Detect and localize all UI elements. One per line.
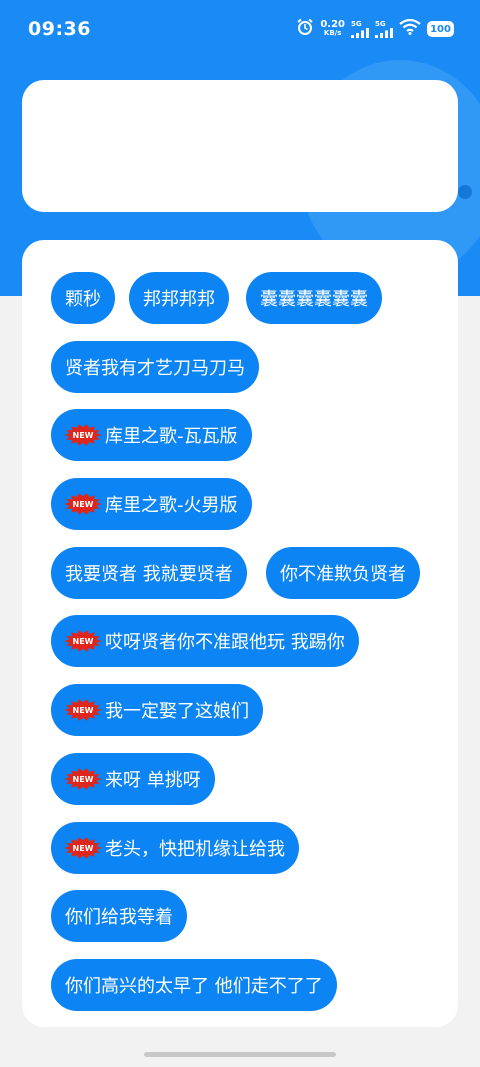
signal-2: 5G — [375, 20, 393, 38]
signal-1: 5G — [351, 20, 369, 38]
signal-1-label: 5G — [351, 20, 362, 28]
top-card — [22, 80, 458, 212]
status-icons: 0.20 KB/s 5G 5G 100 — [296, 18, 454, 40]
sound-button[interactable]: NEW 哎呀贤者你不准跟他玩 我踢你 — [51, 615, 359, 667]
sound-button-label: 颗秒 — [65, 289, 101, 310]
new-badge-text: NEW — [72, 636, 94, 646]
decorative-dot — [458, 185, 472, 199]
new-badge-icon: NEW — [63, 767, 103, 791]
sound-button[interactable]: 颗秒 — [51, 272, 115, 324]
sound-button-label: 我要贤者 我就要贤者 — [65, 564, 233, 585]
battery-icon: 100 — [427, 21, 454, 37]
new-badge-icon: NEW — [63, 698, 103, 722]
sound-button[interactable]: 贤者我有才艺刀马刀马 — [51, 341, 259, 393]
sound-button-label: 贤者我有才艺刀马刀马 — [65, 358, 245, 379]
sound-button-label: 哎呀贤者你不准跟他玩 我踢你 — [105, 632, 345, 653]
sound-button[interactable]: 你们高兴的太早了 他们走不了了 — [51, 959, 337, 1011]
sound-button-label: 你不准欺负贤者 — [280, 564, 406, 585]
sound-button[interactable]: 邦邦邦邦 — [129, 272, 229, 324]
new-badge-text: NEW — [72, 430, 94, 440]
new-badge-icon: NEW — [63, 836, 103, 860]
sound-button[interactable]: 你不准欺负贤者 — [266, 547, 420, 599]
sound-button-label: 库里之歌-瓦瓦版 — [105, 426, 238, 447]
sound-button[interactable]: NEW 老头，快把机缘让给我 — [51, 822, 299, 874]
network-speed: 0.20 KB/s — [320, 20, 345, 38]
sound-button-label: 老头，快把机缘让给我 — [105, 839, 285, 860]
new-badge-text: NEW — [72, 843, 94, 853]
sound-button[interactable]: 囊囊囊囊囊囊 — [246, 272, 382, 324]
wifi-icon — [399, 18, 421, 39]
home-indicator[interactable] — [144, 1052, 336, 1057]
speed-value: 0.20 — [320, 19, 345, 30]
new-badge-icon: NEW — [63, 629, 103, 653]
status-bar: 09:36 0.20 KB/s 5G 5G 100 — [0, 0, 480, 60]
sound-button-label: 来呀 单挑呀 — [105, 770, 201, 791]
sound-button-label: 库里之歌-火男版 — [105, 495, 238, 516]
sound-button[interactable]: NEW 库里之歌-瓦瓦版 — [51, 409, 252, 461]
speed-unit: KB/s — [323, 29, 342, 37]
signal-2-label: 5G — [375, 20, 386, 28]
sound-button[interactable]: NEW 我一定娶了这娘们 — [51, 684, 263, 736]
sound-button[interactable]: NEW 库里之歌-火男版 — [51, 478, 252, 530]
signal-bars-icon — [351, 28, 369, 38]
sound-button-label: 我一定娶了这娘们 — [105, 701, 249, 722]
clock: 09:36 — [28, 18, 91, 40]
new-badge-icon: NEW — [63, 492, 103, 516]
sound-button-label: 你们给我等着 — [65, 907, 173, 928]
sound-button[interactable]: 你们给我等着 — [51, 890, 187, 942]
sound-button-label: 你们高兴的太早了 他们走不了了 — [65, 976, 323, 997]
sound-button[interactable]: NEW 来呀 单挑呀 — [51, 753, 215, 805]
sound-button-label: 囊囊囊囊囊囊 — [260, 289, 368, 310]
new-badge-text: NEW — [72, 499, 94, 509]
signal-bars-icon — [375, 28, 393, 38]
sound-button[interactable]: 我要贤者 我就要贤者 — [51, 547, 247, 599]
new-badge-icon: NEW — [63, 423, 103, 447]
new-badge-text: NEW — [72, 705, 94, 715]
new-badge-text: NEW — [72, 774, 94, 784]
alarm-icon — [296, 18, 314, 40]
sound-button-label: 邦邦邦邦 — [143, 289, 215, 310]
